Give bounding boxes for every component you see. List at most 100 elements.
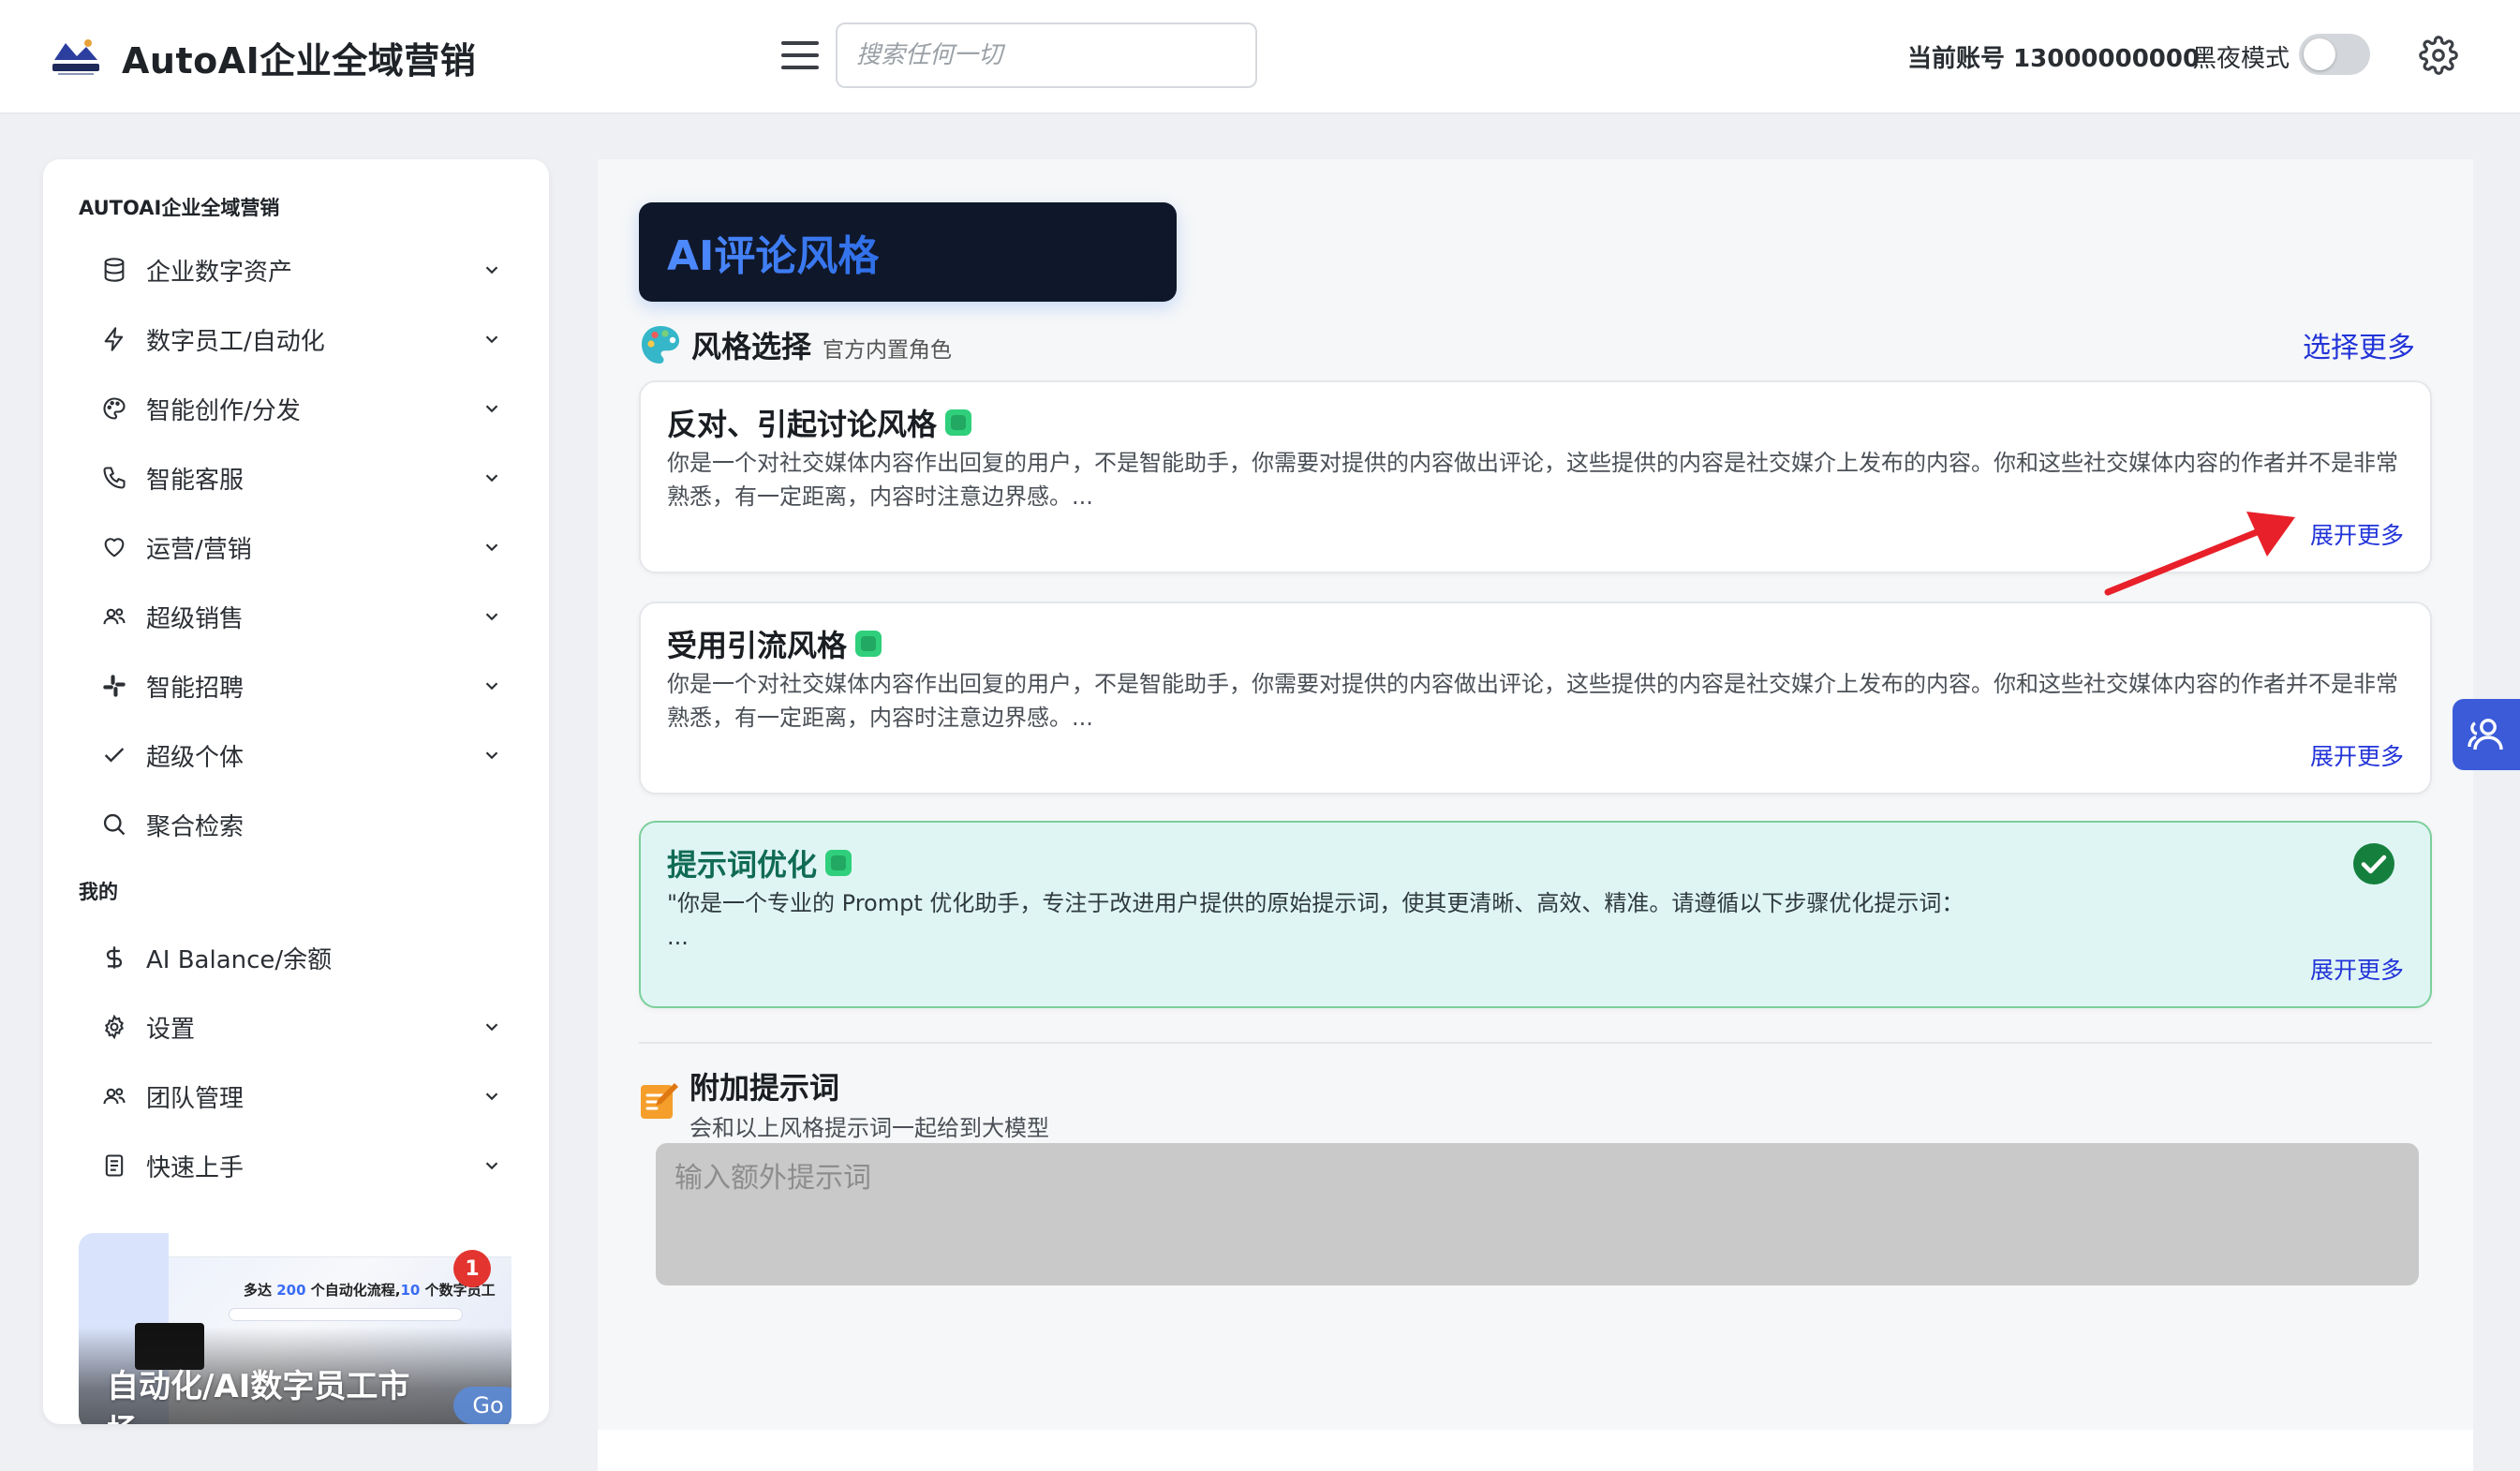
sidebar-item-quickstart[interactable]: 快速上手 bbox=[101, 1139, 513, 1192]
sidebar-item-creation[interactable]: 智能创作/分发 bbox=[101, 382, 513, 435]
promo-preview-search bbox=[229, 1308, 463, 1321]
users-icon bbox=[103, 1088, 126, 1105]
promo-go-button[interactable]: Go bbox=[453, 1387, 511, 1424]
style-card-title: 受用引流风格 bbox=[667, 628, 848, 663]
chevron-down-icon bbox=[485, 1162, 498, 1170]
notification-badge: 1 bbox=[453, 1250, 491, 1287]
extra-prompt-subtitle: 会和以上风格提示词一起给到大模型 bbox=[689, 1115, 1049, 1141]
sidebar: AUTOAI企业全域营销 企业数字资产 数字员工/自动化 智能创作/分发 智能客… bbox=[43, 159, 549, 1424]
chevron-down-icon bbox=[485, 751, 498, 760]
chevron-down-icon bbox=[485, 543, 498, 552]
database-icon bbox=[104, 258, 125, 282]
dark-mode-toggle[interactable] bbox=[2299, 34, 2370, 75]
menu-toggle-button[interactable] bbox=[781, 41, 819, 69]
dark-mode-label: 黑夜模式 bbox=[2192, 45, 2290, 73]
check-icon bbox=[104, 748, 125, 763]
expand-more-link[interactable]: 展开更多 bbox=[2310, 952, 2404, 986]
sidebar-item-digital-employee[interactable]: 数字员工/自动化 bbox=[101, 313, 513, 365]
promo-mini-title-mid: 个自动化流程, bbox=[305, 1282, 401, 1299]
style-section-title: 风格选择 bbox=[691, 329, 812, 364]
style-card-prompt-optimize[interactable]: 提示词优化 "你是一个专业的 Prompt 优化助手，专注于改进用户提供的原始提… bbox=[639, 821, 2432, 1008]
style-card-title-row: 受用引流风格 bbox=[667, 622, 884, 665]
toggle-knob bbox=[2304, 38, 2335, 70]
hamburger-line bbox=[781, 53, 819, 57]
style-card-description: "你是一个专业的 Prompt 优化助手，专注于改进用户提供的原始提示词，使其更… bbox=[667, 886, 2409, 954]
gem-icon bbox=[825, 850, 852, 876]
sidebar-item-label: 超级销售 bbox=[146, 604, 245, 633]
promo-mini-title-suffix: 个数字员工 bbox=[420, 1282, 496, 1299]
sidebar-item-settings[interactable]: 设置 bbox=[101, 1001, 513, 1053]
automation-market-promo[interactable]: 多达 200 个自动化流程,10 个数字员工 自动化/AI数字员工市场 1 Go bbox=[79, 1233, 511, 1424]
sidebar-item-label: 团队管理 bbox=[146, 1084, 245, 1113]
floating-contact-button[interactable] bbox=[2453, 699, 2520, 770]
sidebar-item-digital-assets[interactable]: 企业数字资产 bbox=[101, 244, 513, 296]
promo-mini-title-prefix: 多达 bbox=[244, 1282, 277, 1299]
page-title-banner: AI评论风格 bbox=[639, 202, 1177, 302]
search-icon bbox=[103, 813, 126, 836]
sidebar-item-label: 数字员工/自动化 bbox=[146, 327, 325, 356]
chevron-down-icon bbox=[485, 474, 498, 483]
chevron-down-icon bbox=[485, 682, 498, 691]
sidebar-section-title: AUTOAI企业全域营销 bbox=[79, 197, 280, 219]
promo-preview-title: 多达 200 个自动化流程,10 个数字员工 bbox=[244, 1280, 496, 1300]
style-card-title-row: 提示词优化 bbox=[667, 841, 854, 884]
chevron-down-icon bbox=[485, 613, 498, 621]
chevron-down-icon bbox=[485, 1023, 498, 1032]
gem-icon bbox=[945, 409, 972, 436]
sidebar-item-label: 运营/营销 bbox=[146, 535, 252, 564]
gem-icon bbox=[855, 631, 882, 657]
palette-icon bbox=[103, 397, 126, 420]
phone-icon bbox=[103, 467, 126, 489]
sidebar-item-label: 企业数字资产 bbox=[146, 258, 293, 287]
description-line: "你是一个专业的 Prompt 优化助手，专注于改进用户提供的原始提示词，使其更… bbox=[667, 890, 1964, 916]
search-input[interactable] bbox=[836, 22, 1257, 88]
sidebar-item-label: 超级个体 bbox=[146, 743, 245, 772]
style-section-subtitle: 官方内置角色 bbox=[823, 338, 953, 363]
sidebar-item-balance[interactable]: AI Balance/余额 bbox=[101, 931, 513, 984]
settings-gear-icon[interactable] bbox=[2419, 36, 2458, 75]
sidebar-item-customer-service[interactable]: 智能客服 bbox=[101, 452, 513, 504]
style-card-title: 反对、引起讨论风格 bbox=[667, 407, 938, 442]
description-line: ... bbox=[667, 924, 689, 950]
sidebar-item-label: AI Balance/余额 bbox=[146, 945, 333, 974]
chevron-down-icon bbox=[485, 335, 498, 344]
bolt-icon bbox=[104, 327, 124, 351]
team-contact-icon bbox=[2468, 719, 2503, 750]
users-icon bbox=[103, 608, 126, 625]
expand-more-link[interactable]: 展开更多 bbox=[2310, 738, 2404, 772]
style-card-description: 你是一个对社交媒体内容作出回复的用户，不是智能助手，你需要对提供的内容做出评论，… bbox=[667, 671, 2398, 731]
current-account-label: 当前账号 13000000000 bbox=[1907, 45, 2201, 73]
main-bottom-strip bbox=[598, 1430, 2473, 1471]
palette-icon bbox=[642, 326, 679, 364]
promo-mini-num1: 200 bbox=[276, 1282, 306, 1299]
heart-icon bbox=[104, 538, 125, 557]
sidebar-item-label: 智能招聘 bbox=[146, 674, 245, 703]
page-title: AI评论风格 bbox=[667, 222, 879, 282]
style-card-title-row: 反对、引起讨论风格 bbox=[667, 401, 974, 444]
style-card-traffic[interactable]: 受用引流风格 你是一个对社交媒体内容作出回复的用户，不是智能助手，你需要对提供的… bbox=[639, 602, 2432, 795]
sidebar-item-label: 智能创作/分发 bbox=[146, 396, 301, 425]
hamburger-line bbox=[781, 41, 819, 45]
sidebar-item-search[interactable]: 聚合检索 bbox=[101, 798, 513, 851]
sidebar-item-label: 快速上手 bbox=[146, 1153, 245, 1182]
extra-prompt-textarea[interactable] bbox=[656, 1143, 2419, 1285]
promo-mini-num2: 10 bbox=[400, 1282, 421, 1299]
expand-more-link[interactable]: 展开更多 bbox=[2310, 517, 2404, 551]
app-title[interactable]: AutoAI企业全域营销 bbox=[122, 32, 476, 83]
logo-icon[interactable] bbox=[49, 34, 103, 77]
sidebar-item-label: 设置 bbox=[146, 1015, 196, 1044]
sidebar-section-title-mine: 我的 bbox=[79, 881, 118, 903]
chevron-down-icon bbox=[485, 1092, 498, 1101]
note-edit-icon bbox=[641, 1083, 678, 1119]
document-icon bbox=[105, 1154, 124, 1177]
sidebar-item-team[interactable]: 团队管理 bbox=[101, 1070, 513, 1122]
sidebar-item-operations[interactable]: 运营/营销 bbox=[101, 521, 513, 573]
hamburger-line bbox=[781, 66, 819, 69]
extra-prompt-title: 附加提示词 bbox=[689, 1070, 840, 1106]
style-section-header: 风格选择 官方内置角色 bbox=[639, 319, 952, 371]
sidebar-item-super-individual[interactable]: 超级个体 bbox=[101, 729, 513, 781]
top-header: AutoAI企业全域营销 当前账号 13000000000 黑夜模式 bbox=[0, 0, 2520, 114]
sidebar-item-recruiting[interactable]: 智能招聘 bbox=[101, 660, 513, 712]
promo-title: 自动化/AI数字员工市场 bbox=[107, 1368, 410, 1424]
sidebar-item-super-sales[interactable]: 超级销售 bbox=[101, 590, 513, 643]
